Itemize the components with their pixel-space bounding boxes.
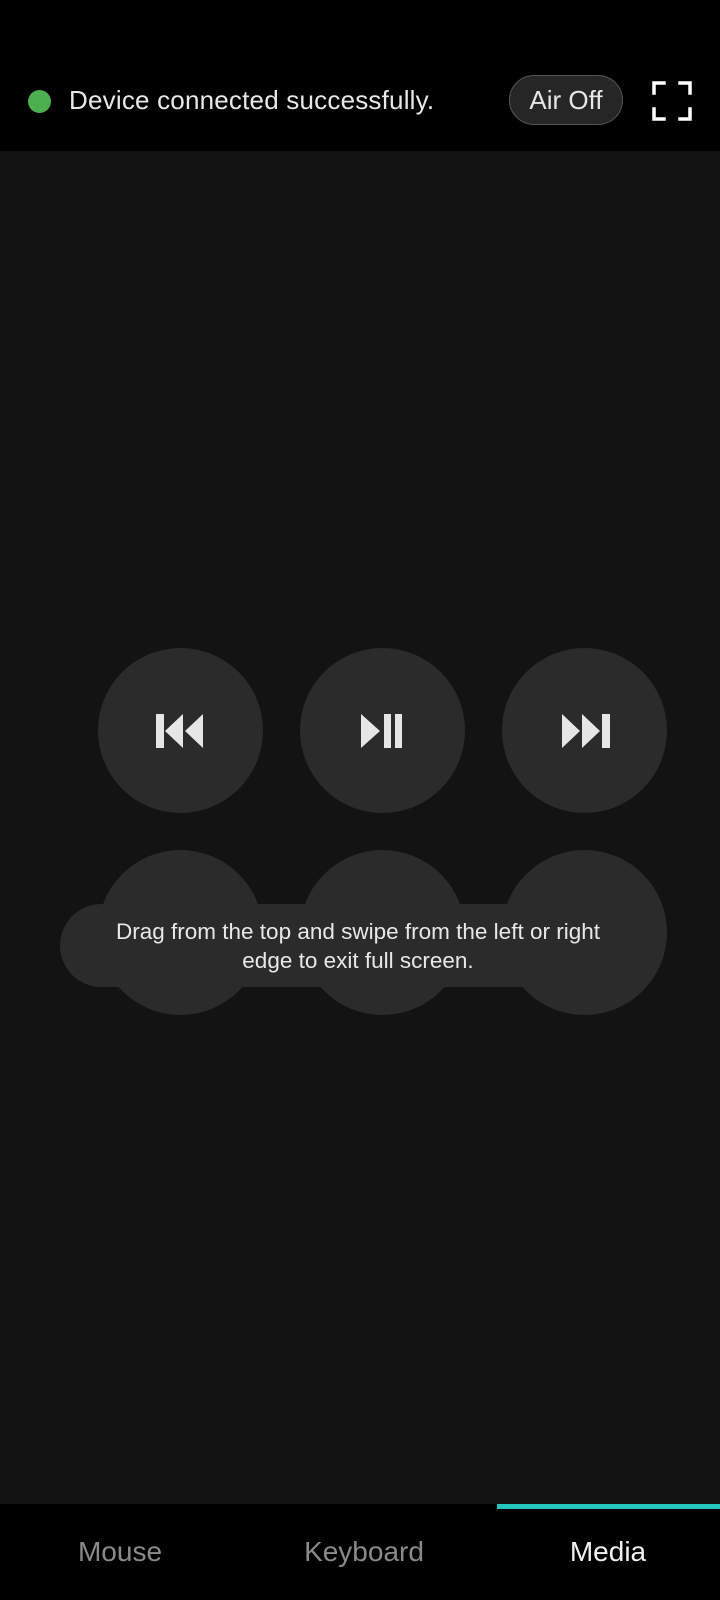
status-bar-area [0,0,720,48]
fullscreen-icon[interactable] [652,81,692,121]
connection-status-dot [28,90,51,113]
play-pause-button[interactable] [300,648,465,813]
skip-next-icon [561,713,610,748]
previous-track-button[interactable] [98,648,263,813]
tab-media[interactable]: Media [488,1504,720,1600]
connection-header: Device connected successfully. Air Off [0,48,720,151]
connection-status-text: Device connected successfully. [69,85,435,115]
tab-keyboard[interactable]: Keyboard [244,1504,484,1600]
fullscreen-hint-toast: Drag from the top and swipe from the lef… [60,904,656,987]
skip-previous-icon [155,713,203,748]
next-track-button[interactable] [502,648,667,813]
air-toggle-button[interactable]: Air Off [509,75,623,125]
bottom-tab-bar: Mouse Keyboard Media [0,1504,720,1600]
media-panel [0,151,720,1504]
play-pause-icon [360,713,402,748]
tab-mouse[interactable]: Mouse [0,1504,240,1600]
